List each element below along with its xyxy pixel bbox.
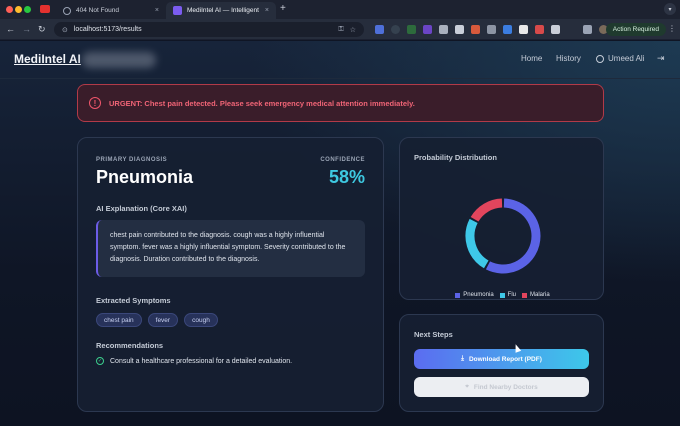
new-tab-button[interactable]: + — [280, 3, 286, 14]
donut-slice-flu[interactable] — [465, 218, 489, 269]
globe-icon — [63, 6, 71, 15]
legend-label: Malaria — [530, 292, 550, 298]
tab-title: MediIntel AI — Intelligent Me — [187, 7, 260, 14]
donut-slice-pneumonia[interactable] — [485, 198, 541, 274]
primary-diagnosis-value: Pneumonia — [96, 167, 194, 187]
alert-text: URGENT: Chest pain detected. Please seek… — [109, 98, 415, 108]
urgent-alert-banner: ! URGENT: Chest pain detected. Please se… — [77, 84, 604, 122]
url-text[interactable]: localhost:5173/results — [74, 26, 333, 33]
tab-close-icon[interactable]: × — [265, 7, 269, 14]
extension-icon[interactable] — [455, 25, 464, 34]
reading-list-icon[interactable] — [583, 25, 592, 34]
tab-404-not-found[interactable]: 404 Not Found × — [56, 2, 166, 19]
tab-search-chevron-icon[interactable]: ▾ — [664, 3, 676, 15]
extensions-puzzle-icon[interactable] — [551, 25, 560, 34]
map-pin-icon: ⌖ — [465, 383, 469, 390]
reload-icon[interactable]: ↻ — [38, 23, 46, 35]
legend-swatch — [522, 292, 527, 298]
download-icon: ⤓ — [461, 355, 464, 362]
extension-icon[interactable] — [407, 25, 416, 34]
tab-mediintel-active[interactable]: MediIntel AI — Intelligent Me × — [166, 2, 276, 19]
donut-slice-malaria[interactable] — [470, 198, 503, 222]
alert-circle-icon: ! — [89, 97, 101, 109]
extension-icon[interactable] — [471, 25, 480, 34]
app-navbar: MediIntel AI Home History Umeed Ali ⇥ — [0, 41, 680, 79]
window-close-button[interactable] — [6, 6, 13, 13]
legend-item-flu[interactable]: Flu — [499, 292, 516, 298]
symptom-chips: chest pain fever cough — [96, 313, 218, 327]
find-doctors-label: Find Nearby Doctors — [473, 383, 538, 391]
nav-history-link[interactable]: History — [556, 54, 581, 63]
mediintel-favicon-icon — [173, 6, 182, 15]
recommendations-title: Recommendations — [96, 341, 164, 350]
browser-menu-icon[interactable]: ⋮ — [668, 24, 676, 33]
nav-user-profile[interactable]: Umeed Ali — [596, 54, 644, 63]
chart-legend: Pneumonia Flu Malaria — [400, 292, 605, 298]
legend-label: Pneumonia — [463, 292, 494, 298]
app-page: MediIntel AI Home History Umeed Ali ⇥ ! … — [0, 41, 680, 426]
window-minimize-button[interactable] — [15, 6, 22, 13]
primary-diagnosis-label: PRIMARY DIAGNOSIS — [96, 157, 168, 163]
legend-item-pneumonia[interactable]: Pneumonia — [455, 292, 494, 298]
download-report-button[interactable]: ⤓ Download Report (PDF) — [414, 349, 589, 369]
action-required-button[interactable]: Action Required — [605, 23, 666, 36]
brand-logo[interactable]: MediIntel AI — [14, 52, 81, 66]
extension-icon[interactable] — [519, 25, 528, 34]
forward-arrow-icon[interactable]: → — [22, 23, 31, 35]
legend-label: Flu — [507, 292, 516, 298]
diagnosis-card: PRIMARY DIAGNOSIS CONFIDENCE Pneumonia 5… — [77, 137, 384, 412]
next-steps-title: Next Steps — [414, 330, 453, 339]
recommendation-item: ✓ Consult a healthcare professional for … — [96, 357, 292, 365]
user-icon — [596, 54, 604, 63]
key-icon[interactable]: ⚿ — [338, 26, 343, 34]
blurred-region — [82, 52, 156, 68]
browser-toolbar: ← → ↻ ⊙ localhost:5173/results ⚿ ☆ Actio… — [0, 19, 680, 40]
confidence-value: 58% — [328, 167, 365, 187]
recommendation-text: Consult a healthcare professional for a … — [110, 357, 293, 365]
window-maximize-button[interactable] — [24, 6, 31, 13]
tab-close-icon[interactable]: × — [155, 7, 159, 14]
symptom-chip: chest pain — [96, 313, 142, 327]
xai-title: AI Explanation (Core XAI) — [96, 204, 187, 213]
site-info-icon[interactable]: ⊙ — [62, 26, 68, 34]
logout-icon[interactable]: ⇥ — [657, 53, 665, 64]
download-report-label: Download Report (PDF) — [468, 355, 542, 363]
next-steps-card: Next Steps ⤓ Download Report (PDF) ⌖ Fin… — [399, 314, 604, 412]
find-doctors-button[interactable]: ⌖ Find Nearby Doctors — [414, 377, 589, 397]
extension-icon[interactable] — [535, 25, 544, 34]
symptom-chip: fever — [147, 313, 179, 327]
probability-card: Probability Distribution Pneumonia Flu Mal… — [399, 137, 604, 300]
extension-icon[interactable] — [423, 25, 432, 34]
confidence-label: CONFIDENCE — [320, 157, 365, 163]
back-arrow-icon[interactable]: ← — [6, 23, 15, 35]
youtube-pinned-tab-icon[interactable] — [40, 5, 50, 13]
extension-icon[interactable] — [391, 25, 400, 34]
extension-icon[interactable] — [487, 25, 496, 34]
extension-icon[interactable] — [375, 25, 384, 34]
user-name: Umeed Ali — [608, 54, 645, 63]
legend-swatch — [455, 292, 461, 298]
extension-icon[interactable] — [439, 25, 448, 34]
nav-home-link[interactable]: Home — [521, 54, 542, 63]
symptoms-title: Extracted Symptoms — [96, 296, 171, 305]
symptom-chip: cough — [184, 313, 218, 327]
legend-item-malaria[interactable]: Malaria — [522, 292, 550, 298]
probability-donut-chart — [465, 198, 541, 274]
browser-tab-strip: 404 Not Found × MediIntel AI — Intellige… — [0, 0, 680, 19]
legend-swatch — [499, 292, 505, 298]
check-circle-icon: ✓ — [96, 357, 104, 365]
bookmark-star-icon[interactable]: ☆ — [350, 26, 356, 34]
probability-title: Probability Distribution — [414, 153, 497, 162]
address-bar[interactable]: ⊙ localhost:5173/results ⚿ ☆ — [54, 22, 364, 37]
tab-title: 404 Not Found — [76, 7, 120, 14]
xai-explanation: chest pain contributed to the diagnosis.… — [96, 220, 365, 277]
extension-icon[interactable] — [503, 25, 512, 34]
